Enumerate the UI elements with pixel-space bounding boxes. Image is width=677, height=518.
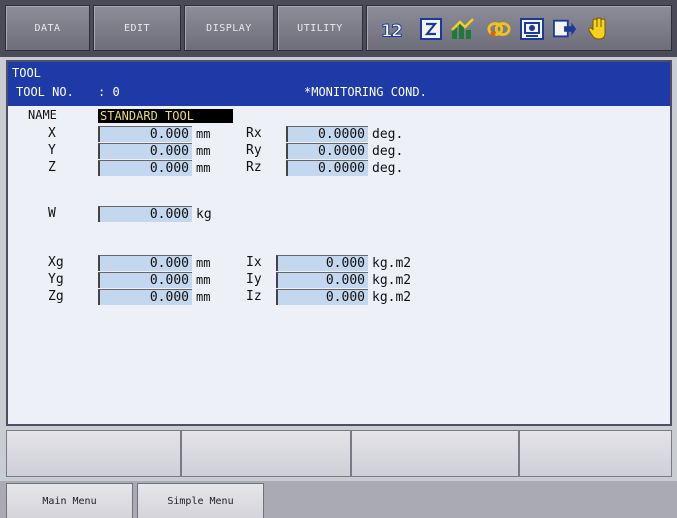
rx-label: Rx xyxy=(246,126,262,141)
edit-lock-icon xyxy=(419,17,443,41)
x-unit: mm xyxy=(196,127,211,141)
xg-unit: mm xyxy=(196,256,211,270)
y-value-field[interactable]: 0.000 xyxy=(98,143,192,159)
name-label: NAME xyxy=(28,108,57,122)
menu-utility-button[interactable]: UTILITY xyxy=(277,5,363,51)
y-label: Y xyxy=(48,143,56,158)
numbers-icon: 1 2 xyxy=(381,17,405,41)
function-key-3[interactable] xyxy=(351,430,519,477)
function-key-1[interactable] xyxy=(6,430,181,477)
function-key-4[interactable] xyxy=(519,430,672,477)
x-label: X xyxy=(48,126,56,141)
z-unit: mm xyxy=(196,161,211,175)
panel-header: TOOL TOOL NO. : 0 *MONITORING COND. xyxy=(8,62,670,106)
ry-value-field[interactable]: 0.0000 xyxy=(286,143,368,159)
page-title: TOOL xyxy=(12,66,41,80)
xg-value-field[interactable]: 0.000 xyxy=(98,255,192,271)
ix-value-field[interactable]: 0.000 xyxy=(276,255,368,271)
ry-label: Ry xyxy=(246,143,262,158)
tool-name-field[interactable]: STANDARD TOOL xyxy=(98,109,233,123)
zg-value-field[interactable]: 0.000 xyxy=(98,289,192,305)
status-icon-strip: 1 2 xyxy=(366,5,672,51)
tool-no-label: TOOL NO. xyxy=(16,85,74,99)
ry-unit: deg. xyxy=(372,144,404,159)
iz-unit: kg.m2 xyxy=(372,290,412,305)
xg-label: Xg xyxy=(48,255,64,270)
x-value-field[interactable]: 0.000 xyxy=(98,126,192,142)
rx-unit: deg. xyxy=(372,127,404,142)
rz-unit: deg. xyxy=(372,161,404,176)
display-icon xyxy=(520,17,544,41)
zg-unit: mm xyxy=(196,290,211,304)
iy-label: Iy xyxy=(246,272,262,287)
tool-data-panel: TOOL TOOL NO. : 0 *MONITORING COND. NAME… xyxy=(6,60,672,426)
iz-value-field[interactable]: 0.000 xyxy=(276,289,368,305)
yg-unit: mm xyxy=(196,273,211,287)
iz-label: Iz xyxy=(246,289,262,304)
top-menu-bar: DATA EDIT DISPLAY UTILITY 1 2 xyxy=(0,0,677,57)
function-key-2[interactable] xyxy=(181,430,351,477)
yg-value-field[interactable]: 0.000 xyxy=(98,272,192,288)
rz-value-field[interactable]: 0.0000 xyxy=(286,160,368,176)
z-value-field[interactable]: 0.000 xyxy=(98,160,192,176)
svg-text:2: 2 xyxy=(391,21,403,40)
zg-label: Zg xyxy=(48,289,64,304)
y-unit: mm xyxy=(196,144,211,158)
rx-value-field[interactable]: 0.0000 xyxy=(286,126,368,142)
iy-unit: kg.m2 xyxy=(372,273,412,288)
hand-icon xyxy=(586,17,610,41)
w-value-field[interactable]: 0.000 xyxy=(98,206,192,222)
z-label: Z xyxy=(48,160,56,175)
bottom-bar: Main Menu Simple Menu xyxy=(0,481,677,518)
chart-icon xyxy=(451,17,475,41)
export-icon xyxy=(553,17,577,41)
gear-link-icon xyxy=(487,17,511,41)
ix-unit: kg.m2 xyxy=(372,256,412,271)
main-menu-button[interactable]: Main Menu xyxy=(6,483,133,518)
yg-label: Yg xyxy=(48,272,64,287)
ix-label: Ix xyxy=(246,255,262,270)
tool-no-value[interactable]: : 0 xyxy=(98,85,120,99)
simple-menu-button[interactable]: Simple Menu xyxy=(137,483,264,518)
menu-data-button[interactable]: DATA xyxy=(5,5,90,51)
menu-edit-button[interactable]: EDIT xyxy=(93,5,181,51)
pendant-screen: DATA EDIT DISPLAY UTILITY 1 2 TOOL TOOL … xyxy=(0,0,677,518)
w-label: W xyxy=(48,206,56,221)
w-unit: kg xyxy=(196,207,212,222)
rz-label: Rz xyxy=(246,160,262,175)
menu-display-button[interactable]: DISPLAY xyxy=(184,5,274,51)
mode-status: *MONITORING COND. xyxy=(304,85,427,99)
function-key-row xyxy=(6,430,672,477)
iy-value-field[interactable]: 0.000 xyxy=(276,272,368,288)
